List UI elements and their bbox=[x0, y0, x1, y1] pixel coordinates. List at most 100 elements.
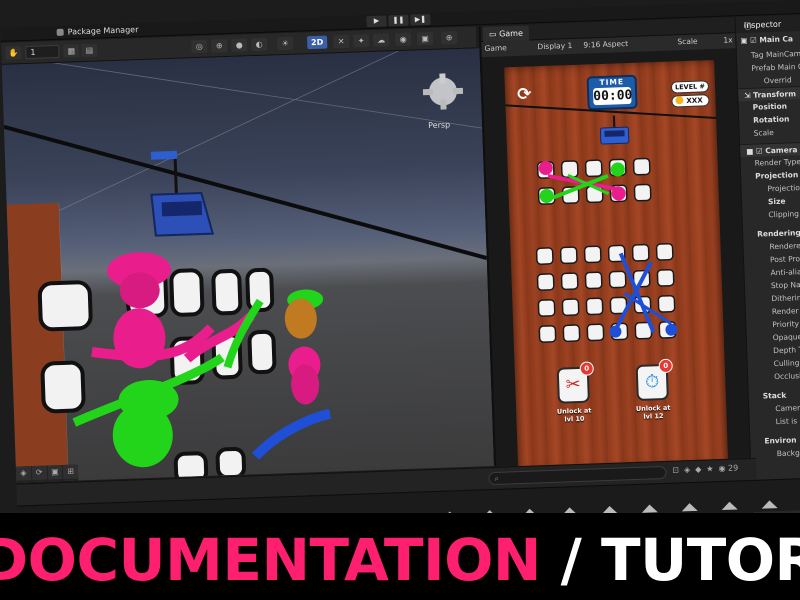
toggle-2d-button[interactable]: 2D bbox=[306, 35, 328, 50]
sun-icon[interactable]: ☀ bbox=[276, 36, 294, 51]
blue-rope bbox=[251, 408, 332, 460]
peg-hole[interactable] bbox=[657, 294, 676, 313]
peg-hole[interactable] bbox=[633, 183, 652, 202]
mini-gondola bbox=[599, 115, 630, 145]
title-banner: DOCUMENTATION / TUTORIALS bbox=[0, 513, 800, 600]
wireframe-icon[interactable]: ⊕ bbox=[211, 39, 228, 53]
peg-hole[interactable] bbox=[583, 245, 602, 264]
peg-hole[interactable] bbox=[536, 273, 555, 291]
grid-settings-icon[interactable]: ▤ bbox=[81, 43, 98, 58]
lighting-icon[interactable]: ◐ bbox=[250, 37, 268, 52]
scene-bottom-tools: ◈ ⟳ ▣ ⊞ bbox=[15, 464, 79, 483]
hidden-icon[interactable]: ◉ 29 bbox=[718, 463, 738, 473]
scale-label: Scale bbox=[677, 36, 698, 47]
game-canvas[interactable]: ⟳ TIME 00:00 LEVEL # XXX ✂ 0 Unlock at l… bbox=[504, 60, 729, 474]
label-icon[interactable]: ◈ bbox=[684, 465, 690, 474]
timer-badge: 0 bbox=[658, 358, 673, 374]
scene-fx-icon[interactable]: ☁ bbox=[372, 33, 390, 47]
package-manager-tab[interactable]: Package Manager bbox=[56, 25, 139, 37]
display-dropdown[interactable]: Display 1 bbox=[537, 41, 572, 51]
wood-panel bbox=[6, 202, 69, 483]
pink-green-characters bbox=[538, 160, 626, 203]
peg-hole[interactable] bbox=[561, 298, 580, 317]
search-tools: ⊡ ◈ ◆ ★ ◉ 29 bbox=[672, 463, 738, 474]
search-input[interactable]: ⌕ bbox=[488, 465, 667, 486]
cable-rope bbox=[3, 124, 488, 261]
scene-render: Persp bbox=[1, 48, 488, 483]
scene-tool-icon[interactable]: ⟳ bbox=[31, 465, 47, 481]
transform-header[interactable]: ⇲ Transform bbox=[738, 85, 800, 102]
peg-hole[interactable] bbox=[559, 246, 578, 265]
peg-hole[interactable] bbox=[585, 297, 604, 316]
scene-tool-icon[interactable]: ◈ bbox=[15, 466, 32, 481]
banner-documentation: DOCUMENTATION bbox=[0, 526, 541, 594]
audio-icon[interactable]: ✕ bbox=[332, 34, 350, 49]
peg-hole[interactable] bbox=[562, 324, 581, 343]
camera-icon: ■ ☑ bbox=[746, 146, 766, 156]
game-mode-dropdown[interactable]: Game bbox=[484, 43, 507, 53]
peg-hole[interactable] bbox=[586, 323, 605, 342]
background-label: Backgr bbox=[776, 448, 800, 459]
clipping-label: Clipping bbox=[768, 209, 800, 220]
pink-characters bbox=[91, 252, 321, 405]
scale-label: Scale bbox=[753, 127, 774, 138]
game-tab-icon: ▭ bbox=[488, 29, 500, 39]
scissors-unlock-line2: lvl 10 bbox=[564, 414, 585, 424]
peg-hole[interactable] bbox=[608, 270, 627, 289]
overrides-button[interactable]: Overrid bbox=[738, 72, 800, 88]
peg-hole[interactable] bbox=[655, 242, 674, 261]
step-button[interactable]: ▶❚ bbox=[410, 13, 431, 26]
draw-mode-icon[interactable]: ◎ bbox=[191, 39, 208, 54]
timer-powerup[interactable]: ⏱ 0 Unlock at lvl 12 bbox=[632, 358, 674, 421]
timer-unlock-line2: lvl 12 bbox=[643, 412, 664, 421]
aspect-dropdown[interactable]: 9:16 Aspect bbox=[583, 39, 628, 50]
game-view-panel: ▭ Game Game Display 1 9:16 Aspect Scale … bbox=[478, 17, 750, 474]
peg-hole[interactable] bbox=[560, 272, 579, 291]
play-button[interactable]: ▶ bbox=[366, 15, 387, 28]
banner-separator: / bbox=[560, 526, 582, 594]
play-controls: ▶ ❚❚ ▶❚ bbox=[366, 13, 431, 28]
shaded-icon[interactable]: ● bbox=[231, 38, 248, 52]
peg-hole[interactable] bbox=[535, 247, 554, 265]
scene-view[interactable]: Persp ◈ ⟳ ▣ ⊞ bbox=[1, 48, 495, 483]
peg-hole[interactable] bbox=[632, 157, 651, 176]
projection-label: Projection bbox=[767, 182, 800, 194]
gizmos-icon[interactable]: ⊕ bbox=[440, 30, 458, 45]
peg-hole[interactable] bbox=[584, 271, 603, 290]
peg-hole[interactable] bbox=[656, 268, 675, 287]
scene-tool-icon[interactable]: ⊞ bbox=[63, 464, 79, 479]
cable-rope bbox=[505, 104, 717, 119]
banner-tutorials: TUTORIALS bbox=[601, 526, 800, 594]
effects-icon[interactable]: ✦ bbox=[352, 34, 370, 48]
peg-hole[interactable] bbox=[537, 299, 556, 317]
scale-value[interactable]: 1x bbox=[723, 35, 733, 44]
scene-tool-icon[interactable]: ▣ bbox=[47, 465, 63, 480]
unity-editor-window: Package Manager ▶ ❚❚ ▶❚ ✋ 1 ▦ ▤ ◎ ⊕ ● ◐ … bbox=[0, 0, 800, 600]
cube-icon: ▣ ☑ bbox=[740, 35, 760, 46]
editor-screenshot: Package Manager ▶ ❚❚ ▶❚ ✋ 1 ▦ ▤ ◎ ⊕ ● ◐ … bbox=[0, 0, 800, 600]
game-tab[interactable]: ▭ Game bbox=[482, 25, 530, 43]
filter-icon[interactable]: ⊡ bbox=[672, 466, 679, 475]
peg-hole[interactable] bbox=[584, 159, 603, 178]
layer-field[interactable]: 1 bbox=[25, 44, 60, 60]
tag-icon[interactable]: ◆ bbox=[695, 465, 701, 474]
camera-icon[interactable]: ▣ bbox=[416, 31, 434, 46]
pause-button[interactable]: ❚❚ bbox=[388, 14, 409, 27]
search-icon: ⌕ bbox=[494, 473, 500, 483]
peg-hole[interactable] bbox=[631, 243, 650, 262]
peg-hole[interactable] bbox=[538, 325, 557, 343]
persp-label[interactable]: Persp bbox=[428, 120, 450, 130]
inspector-tab[interactable]: ⓘ Inspector bbox=[735, 14, 800, 34]
scissors-badge: 0 bbox=[579, 361, 594, 376]
stopwatch-icon: ⏱ 0 bbox=[635, 358, 673, 401]
scissors-icon: ✂ 0 bbox=[556, 361, 594, 404]
grid-snap-icon[interactable]: ▦ bbox=[63, 44, 80, 58]
transform-icon: ⇲ bbox=[744, 90, 754, 100]
scissors-powerup[interactable]: ✂ 0 Unlock at lvl 10 bbox=[553, 361, 595, 424]
visibility-icon[interactable]: ◉ bbox=[394, 32, 412, 47]
star-icon[interactable]: ★ bbox=[706, 464, 713, 473]
orientation-gizmo[interactable] bbox=[422, 73, 464, 110]
package-icon bbox=[56, 28, 64, 36]
hand-tool-icon[interactable]: ✋ bbox=[5, 46, 22, 60]
occlusion-label: Occlusion bbox=[773, 370, 800, 382]
